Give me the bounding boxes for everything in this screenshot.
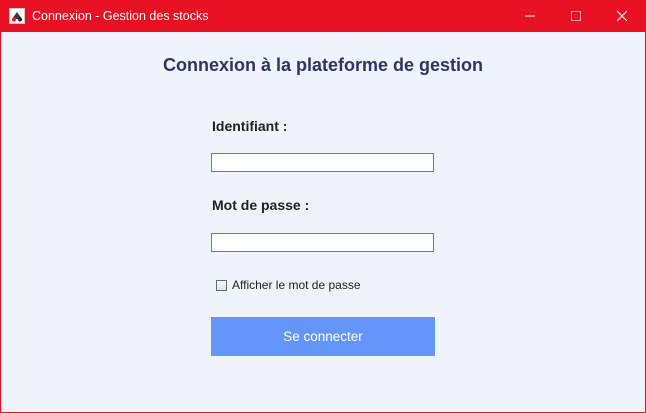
- title-bar[interactable]: Connexion - Gestion des stocks: [1, 1, 645, 32]
- show-password-checkbox[interactable]: [216, 279, 227, 291]
- username-field[interactable]: [211, 153, 434, 172]
- login-button[interactable]: Se connecter: [211, 317, 435, 356]
- show-password-label[interactable]: Afficher le mot de passe: [232, 278, 361, 292]
- show-password-toggle[interactable]: Afficher le mot de passe: [216, 278, 361, 292]
- window-title: Connexion - Gestion des stocks: [32, 9, 209, 23]
- close-button[interactable]: [599, 1, 645, 32]
- close-icon: [616, 8, 628, 26]
- minimize-icon: [525, 8, 535, 26]
- password-field[interactable]: [211, 233, 434, 252]
- password-label: Mot de passe :: [212, 197, 310, 213]
- login-form: Connexion à la plateforme de gestion Ide…: [1, 32, 645, 412]
- minimize-button[interactable]: [507, 1, 553, 32]
- maximize-button[interactable]: [553, 1, 599, 32]
- username-label: Identifiant :: [212, 118, 288, 134]
- maximize-icon: [571, 8, 581, 26]
- login-window: Connexion - Gestion des stocks Connexion…: [0, 0, 646, 413]
- page-title: Connexion à la plateforme de gestion: [162, 55, 484, 75]
- java-app-icon: [9, 8, 25, 24]
